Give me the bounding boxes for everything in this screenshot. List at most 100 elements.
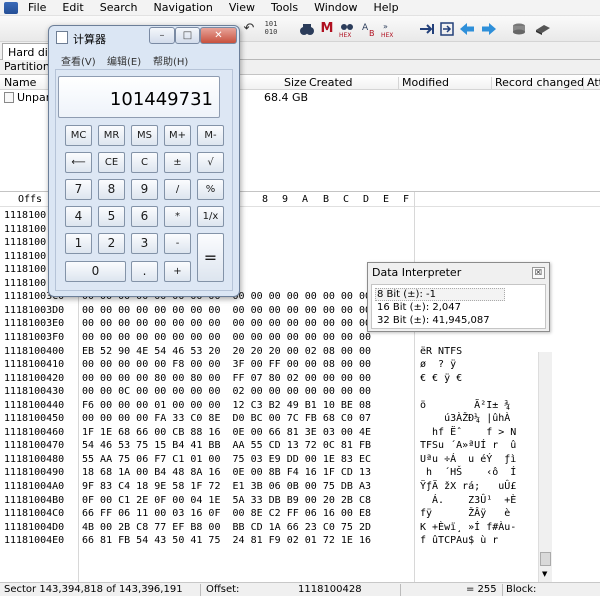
hex-bytes[interactable]: 55 AA 75 06 F7 C1 01 00 75 03 E9 DD 00 1… (82, 453, 371, 467)
hex-text[interactable]: h ´HŠ ‹ô Í (420, 466, 516, 480)
find-hex-icon[interactable]: HEX (338, 20, 356, 39)
hex-row[interactable]: 1118100400 EB 52 90 4E 54 46 53 20 20 20 … (0, 345, 600, 359)
digit-3-button[interactable]: 3 (131, 233, 158, 254)
hex-text[interactable]: ö Ã²I± ¾ (420, 399, 510, 413)
add-button[interactable]: + (164, 261, 191, 282)
hex-row[interactable]: 11181003F0 00 00 00 00 00 00 00 00 00 00 … (0, 331, 600, 345)
column-modified[interactable]: Modified (402, 76, 449, 89)
hex-text[interactable]: Á. Z3Û¹ +È (420, 494, 516, 508)
hex-text[interactable]: hf Ëˆ f > N (420, 426, 516, 440)
menu-tools[interactable]: Tools (271, 1, 298, 14)
equals-button[interactable]: = (197, 233, 224, 282)
digit-9-button[interactable]: 9 (131, 179, 158, 200)
decimal-button[interactable]: . (131, 261, 158, 282)
backspace-button[interactable]: ⟵ (65, 152, 92, 173)
multiply-button[interactable]: * (164, 206, 191, 227)
hex-bytes[interactable]: 00 00 00 00 FA 33 C0 8E D0 BC 00 7C FB 6… (82, 412, 371, 426)
close-button[interactable]: ✕ (200, 27, 237, 44)
hex-row[interactable]: 1118100470 54 46 53 75 15 B4 41 BB AA 55 … (0, 439, 600, 453)
disk-editor-icon[interactable] (510, 20, 528, 38)
hex-bytes[interactable]: 00 00 00 00 80 00 80 00 FF 07 80 02 00 0… (82, 372, 371, 386)
hex-text[interactable]: Uªu ÷Á u éÝ ƒì (420, 453, 516, 467)
hex-row[interactable]: 11181004D0 4B 00 2B C8 77 EF B8 00 BB CD … (0, 521, 600, 535)
undo-icon[interactable]: ↶ (240, 20, 258, 38)
hex-bytes[interactable]: EB 52 90 4E 54 46 53 20 20 20 20 00 02 0… (82, 345, 371, 359)
mr-button[interactable]: MR (98, 125, 125, 146)
forward-icon[interactable] (480, 20, 498, 38)
digit-8-button[interactable]: 8 (98, 179, 125, 200)
hex-text[interactable]: ŸƒÄ žX rá; uÛ£ (420, 480, 516, 494)
column-record-changed[interactable]: Record changed (495, 76, 584, 89)
minimize-button[interactable]: – (149, 27, 175, 44)
ram-editor-icon[interactable] (534, 20, 552, 38)
hex-bytes[interactable]: 00 00 00 00 00 00 00 00 00 00 00 00 00 0… (82, 331, 371, 345)
clear-button[interactable]: C (131, 152, 158, 173)
hex-row[interactable]: 11181004A0 9F 83 C4 18 9E 58 1F 72 E1 3B … (0, 480, 600, 494)
digit-4-button[interactable]: 4 (65, 206, 92, 227)
hex-text[interactable]: € € ÿ € (420, 372, 462, 386)
hex-text[interactable]: f ûTCPAu$ ù r (420, 534, 498, 548)
hex-row[interactable]: 1118100460 1F 1E 68 66 00 CB 88 16 0E 00 … (0, 426, 600, 440)
ms-button[interactable]: MS (131, 125, 158, 146)
hex-bytes[interactable]: 54 46 53 75 15 B4 41 BB AA 55 CD 13 72 0… (82, 439, 371, 453)
menu-navigation[interactable]: Navigation (154, 1, 213, 14)
reciprocal-button[interactable]: 1/x (197, 206, 224, 227)
hex-bytes[interactable]: 00 00 00 00 00 00 00 00 00 00 00 00 00 0… (82, 304, 371, 318)
mc-button[interactable]: MC (65, 125, 92, 146)
hex-bytes[interactable]: 00 00 00 00 00 F8 00 00 3F 00 FF 00 00 0… (82, 358, 371, 372)
hex-bytes[interactable]: F6 00 00 00 01 00 00 00 12 C3 B2 49 B1 1… (82, 399, 371, 413)
hex-text[interactable]: fÿ ŽÂÿ è (420, 507, 510, 521)
hex-row[interactable]: 1118100410 00 00 00 00 00 F8 00 00 3F 00 … (0, 358, 600, 372)
hex-text[interactable]: ú3ÀŽÐ¼ |ûhÀ (420, 412, 510, 426)
goto-sector-icon[interactable] (438, 20, 456, 38)
calculator-titlebar[interactable]: 计算器 – □ ✕ (49, 26, 239, 50)
digit-5-button[interactable]: 5 (98, 206, 125, 227)
hex-text[interactable]: ëR NTFS (420, 345, 462, 359)
vertical-scrollbar[interactable]: ▼ (538, 352, 552, 582)
hex-text[interactable]: K +Èwï¸ »Í f#Àu- (420, 521, 516, 535)
hex-bytes[interactable]: 18 68 1A 00 B4 48 8A 16 0E 00 8B F4 16 1… (82, 466, 371, 480)
scroll-down-icon[interactable]: ▼ (542, 570, 547, 578)
replace-icon[interactable]: AB (360, 20, 378, 38)
column-size[interactable]: Size (284, 76, 307, 89)
hex-row[interactable]: 1118100440 F6 00 00 00 01 00 00 00 12 C3 … (0, 399, 600, 413)
menu-window[interactable]: Window (314, 1, 357, 14)
menu-search[interactable]: Search (100, 1, 138, 14)
digit-0-button[interactable]: 0 (65, 261, 126, 282)
percent-button[interactable]: % (197, 179, 224, 200)
menu-view-cn[interactable]: 查看(V) (61, 53, 96, 68)
menu-edit[interactable]: Edit (62, 1, 83, 14)
maximize-button[interactable]: □ (175, 27, 200, 44)
hex-conversion-icon[interactable]: 101 010 (262, 20, 280, 38)
menu-view[interactable]: View (229, 1, 255, 14)
column-name[interactable]: Name (4, 76, 36, 89)
menu-help-cn[interactable]: 帮助(H) (153, 53, 188, 68)
hex-bytes[interactable]: 1F 1E 68 66 00 CB 88 16 0E 00 66 81 3E 0… (82, 426, 371, 440)
hex-bytes[interactable]: 66 81 FB 54 43 50 41 75 24 81 F9 02 01 7… (82, 534, 371, 548)
replace-hex-icon[interactable]: » HEX (380, 20, 398, 39)
scrollbar-thumb[interactable] (540, 552, 551, 566)
column-attributes[interactable]: Att (587, 76, 600, 89)
menu-help[interactable]: Help (373, 1, 398, 14)
hex-row[interactable]: 11181004B0 0F 00 C1 2E 0F 00 04 1E 5A 33 … (0, 494, 600, 508)
hex-row[interactable]: 11181004E0 66 81 FB 54 43 50 41 75 24 81 … (0, 534, 600, 548)
find-icon[interactable] (298, 20, 316, 38)
hex-text[interactable]: TFSu ´A»ªUÍ r û (420, 439, 516, 453)
find-text-icon[interactable]: M (318, 20, 336, 38)
ce-button[interactable]: CE (98, 152, 125, 173)
subtract-button[interactable]: - (164, 233, 191, 254)
divide-button[interactable]: / (164, 179, 191, 200)
hex-row[interactable]: 1118100450 00 00 00 00 FA 33 C0 8E D0 BC … (0, 412, 600, 426)
digit-6-button[interactable]: 6 (131, 206, 158, 227)
hex-bytes[interactable]: 0F 00 C1 2E 0F 00 04 1E 5A 33 DB B9 00 2… (82, 494, 371, 508)
m-plus-button[interactable]: M+ (164, 125, 191, 146)
hex-bytes[interactable]: 00 00 00 00 00 00 00 00 00 00 00 00 00 0… (82, 317, 371, 331)
hex-text[interactable]: ø ? ÿ (420, 358, 456, 372)
hex-bytes[interactable]: 9F 83 C4 18 9E 58 1F 72 E1 3B 06 0B 00 7… (82, 480, 371, 494)
hex-row[interactable]: 1118100420 00 00 00 00 80 00 80 00 FF 07 … (0, 372, 600, 386)
hex-bytes[interactable]: 66 FF 06 11 00 03 16 0F 00 8E C2 FF 06 1… (82, 507, 371, 521)
digit-7-button[interactable]: 7 (65, 179, 92, 200)
hex-row[interactable]: 11181004C0 66 FF 06 11 00 03 16 0F 00 8E … (0, 507, 600, 521)
hex-bytes[interactable]: 4B 00 2B C8 77 EF B8 00 BB CD 1A 66 23 C… (82, 521, 371, 535)
plus-minus-button[interactable]: ± (164, 152, 191, 173)
